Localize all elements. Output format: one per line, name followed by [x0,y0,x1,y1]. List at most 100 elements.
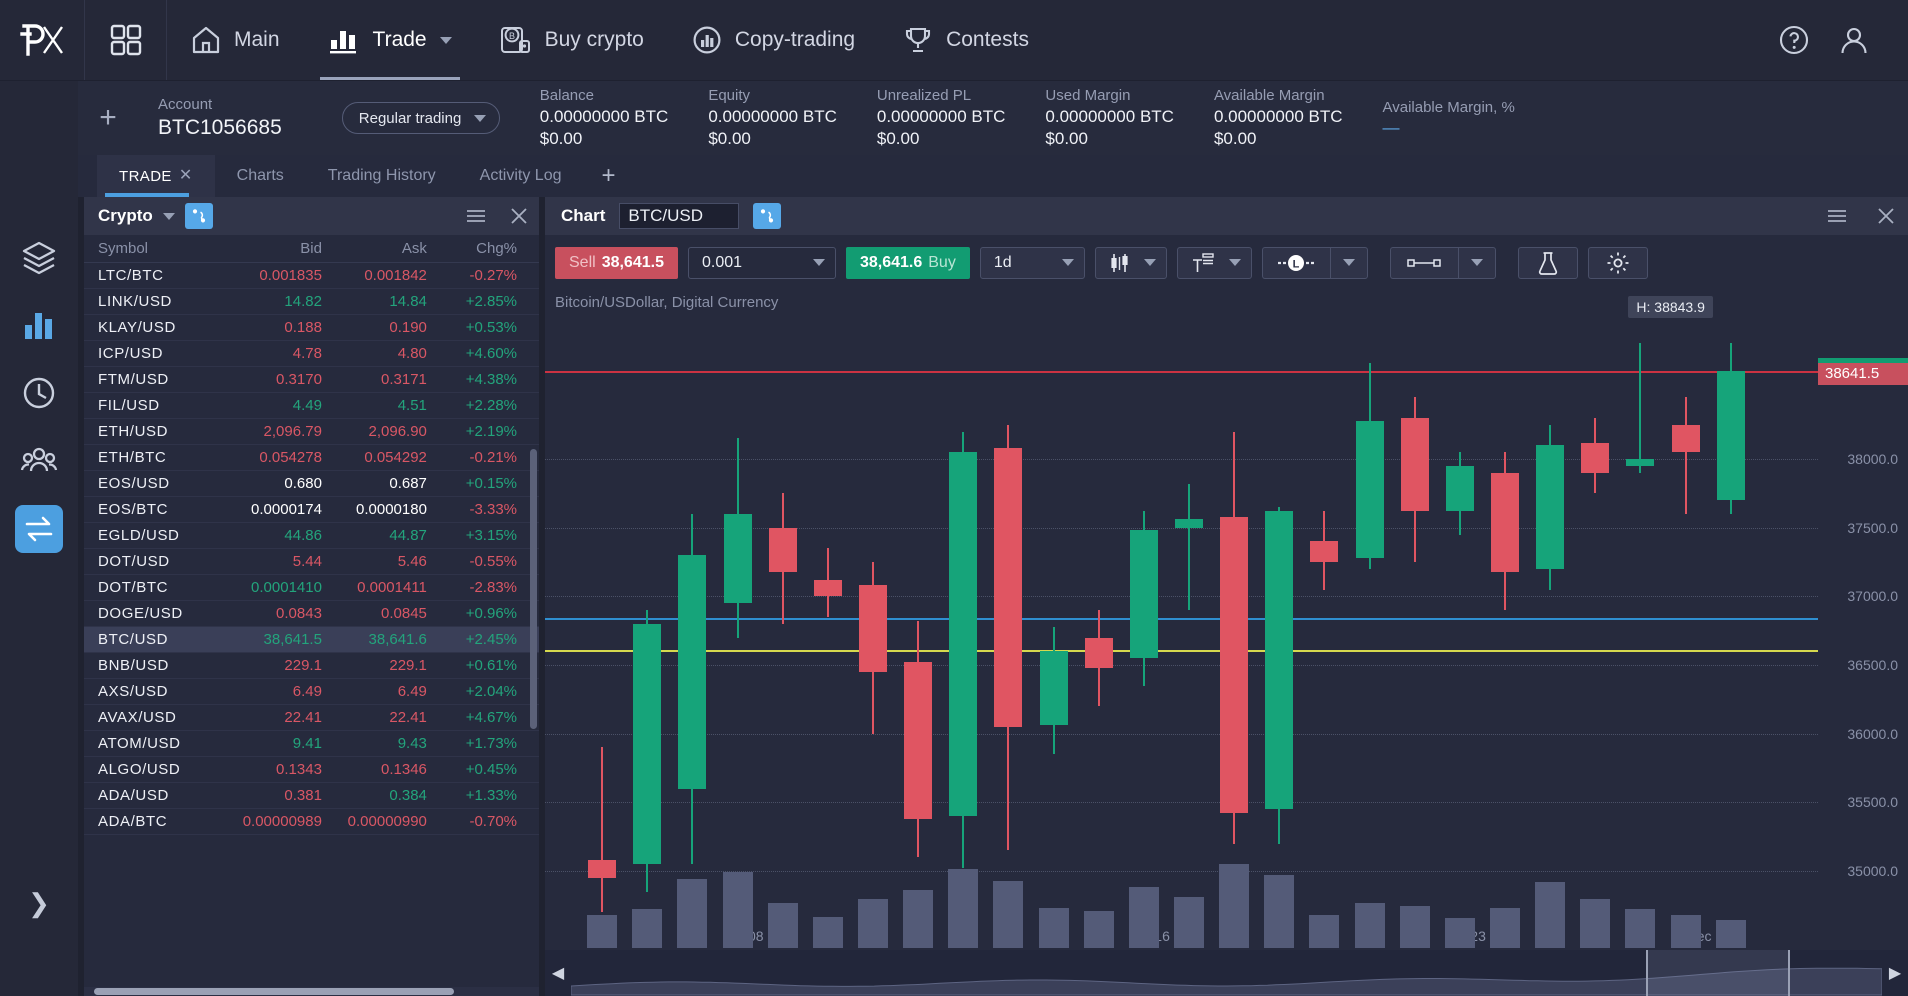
drawing-tools-dropdown[interactable] [1329,246,1368,279]
stat-value-fiat: $0.00 [1045,129,1088,148]
volume-bar [632,909,663,948]
tab-charts[interactable]: Charts [215,155,306,197]
nav-item-main[interactable]: Main [167,0,304,80]
timeframe-select[interactable]: 1d [979,246,1085,279]
chart-menu-icon[interactable] [1826,207,1848,225]
watchlist-close-icon[interactable] [509,207,529,225]
stat-value-fiat: $0.00 [539,129,583,148]
scrollbar-thumb[interactable] [94,988,454,995]
table-row[interactable]: BTC/USD 38,641.5 38,641.6 +2.45% [84,627,539,653]
minimap-view-window[interactable] [1646,950,1791,996]
user-icon[interactable] [1838,24,1870,56]
cell-ask: 0.0845 [381,605,427,622]
table-row[interactable]: LINK/USD 14.82 14.84 +2.85% [84,289,539,315]
table-row[interactable]: ADA/BTC 0.00000989 0.00000990 -0.70% [84,809,539,835]
table-row[interactable]: DOGE/USD 0.0843 0.0845 +0.96% [84,601,539,627]
expand-rail-button[interactable]: ❯ [15,879,63,927]
price-tick-label: 35500.0 [1847,794,1898,811]
table-row[interactable]: ADA/USD 0.381 0.384 +1.33% [84,783,539,809]
table-row[interactable]: BNB/USD 229.1 229.1 +0.61% [84,653,539,679]
table-row[interactable]: FTM/USD 0.3170 0.3171 +4.38% [84,367,539,393]
buy-label: Buy [928,253,956,271]
rail-layers-icon[interactable] [15,233,63,281]
rail-history-icon[interactable] [15,369,63,417]
table-row[interactable]: EGLD/USD 44.86 44.87 +3.15% [84,523,539,549]
measure-dropdown[interactable] [1457,246,1496,279]
drawing-tools-button[interactable]: L [1261,246,1330,279]
add-tab-button[interactable]: + [583,155,633,197]
watchlist-menu-icon[interactable] [465,207,487,225]
table-row[interactable]: DOT/USD 5.44 5.46 -0.55% [84,549,539,575]
table-row[interactable]: DOT/BTC 0.0001410 0.0001411 -2.83% [84,575,539,601]
chart-canvas[interactable]: Bitcoin/USDollar, Digital Currency 38000… [545,290,1908,996]
nav-item-trade[interactable]: Trade [304,0,476,80]
close-icon[interactable]: ✕ [179,168,193,184]
bars-icon [328,25,360,55]
chevron-down-icon[interactable] [162,212,175,220]
column-header-ask[interactable]: Ask [322,240,427,257]
nav-item-buy-crypto[interactable]: B Buy crypto [476,0,668,80]
watchlist-vertical-scrollbar[interactable] [530,449,537,729]
help-circle-icon[interactable] [1778,24,1810,56]
watchlist-horizontal-scrollbar[interactable] [84,987,539,996]
link-group-icon[interactable] [753,203,782,229]
chart-settings-gear-button[interactable] [1587,246,1648,279]
measure-button[interactable] [1389,246,1458,279]
cell-symbol: ATOM/USD [98,735,181,752]
nav-item-copy-trading[interactable]: Copy-trading [668,0,879,80]
alert-flask-button[interactable] [1517,246,1578,279]
px-logo[interactable] [0,0,85,80]
add-account-button[interactable]: + [78,101,138,135]
tab-trade[interactable]: TRADE ✕ [97,155,215,197]
apps-grid-icon[interactable] [85,0,167,80]
sell-button[interactable]: Sell 38,641.5 [555,246,678,279]
nav-item-contests[interactable]: Contests [879,0,1053,80]
cell-bid: 4.49 [292,397,322,414]
chart-overview-minimap[interactable]: 20222023 [571,950,1882,996]
column-header-symbol[interactable]: Symbol [84,240,215,257]
table-row[interactable]: LTC/BTC 0.001835 0.001842 -0.27% [84,263,539,289]
table-row[interactable]: ATOM/USD 9.41 9.43 +1.73% [84,731,539,757]
table-row[interactable]: ALGO/USD 0.1343 0.1346 +0.45% [84,757,539,783]
tab-activity-log[interactable]: Activity Log [458,155,584,197]
nav-label-trade: Trade [372,28,427,51]
cell-chg: +2.19% [465,423,517,440]
table-row[interactable]: ETH/BTC 0.054278 0.054292 -0.21% [84,445,539,471]
rail-chart-icon[interactable] [15,301,63,349]
column-header-chg[interactable]: Chg% [427,240,539,257]
chart-close-icon[interactable] [1876,207,1896,225]
nav-next-arrow[interactable]: ▶ [1882,950,1908,996]
chart-type-select[interactable] [1094,246,1167,279]
quantity-select[interactable]: 0.001 [687,246,836,279]
rail-community-icon[interactable] [15,437,63,485]
table-row[interactable]: EOS/USD 0.680 0.687 +0.15% [84,471,539,497]
rail-trade-icon[interactable] [15,505,63,553]
table-row[interactable]: KLAY/USD 0.188 0.190 +0.53% [84,315,539,341]
table-row[interactable]: FIL/USD 4.49 4.51 +2.28% [84,393,539,419]
nav-prev-arrow[interactable]: ◀ [545,950,571,996]
stat-label: Used Margin [1045,87,1131,104]
table-row[interactable]: AVAX/USD 22.41 22.41 +4.67% [84,705,539,731]
buy-button[interactable]: 38,641.6 Buy [845,246,970,279]
cell-chg: +0.61% [465,657,517,674]
table-row[interactable]: ICP/USD 4.78 4.80 +4.60% [84,341,539,367]
price-tick-label: 37000.0 [1847,588,1898,605]
stat-used-margin: Used Margin 0.00000000 BTC $0.00 [1045,86,1174,150]
column-header-bid[interactable]: Bid [215,240,322,257]
cell-symbol: KLAY/USD [98,319,176,336]
cell-ask: 6.49 [397,683,427,700]
table-row[interactable]: AXS/USD 6.49 6.49 +2.04% [84,679,539,705]
price-axis[interactable]: 38000.0 37500.0 37000.0 36500.0 36000.0 35500… [1818,290,1908,996]
cell-symbol: DOGE/USD [98,605,183,622]
link-group-icon[interactable] [184,203,213,229]
chart-symbol-input[interactable]: BTC/USD [619,203,740,229]
trading-mode-select[interactable]: Regular trading [341,102,500,134]
indicators-select[interactable] [1176,246,1252,279]
table-row[interactable]: ETH/USD 2,096.79 2,096.90 +2.19% [84,419,539,445]
chevron-down-icon[interactable] [439,36,452,44]
table-row[interactable]: EOS/BTC 0.0000174 0.0000180 -3.33% [84,497,539,523]
cell-chg: +3.15% [465,527,517,544]
high-tooltip: H: 38843.9 [1628,296,1713,318]
chart-subtitle: Bitcoin/USDollar, Digital Currency [555,294,779,311]
tab-trading-history[interactable]: Trading History [306,155,458,197]
